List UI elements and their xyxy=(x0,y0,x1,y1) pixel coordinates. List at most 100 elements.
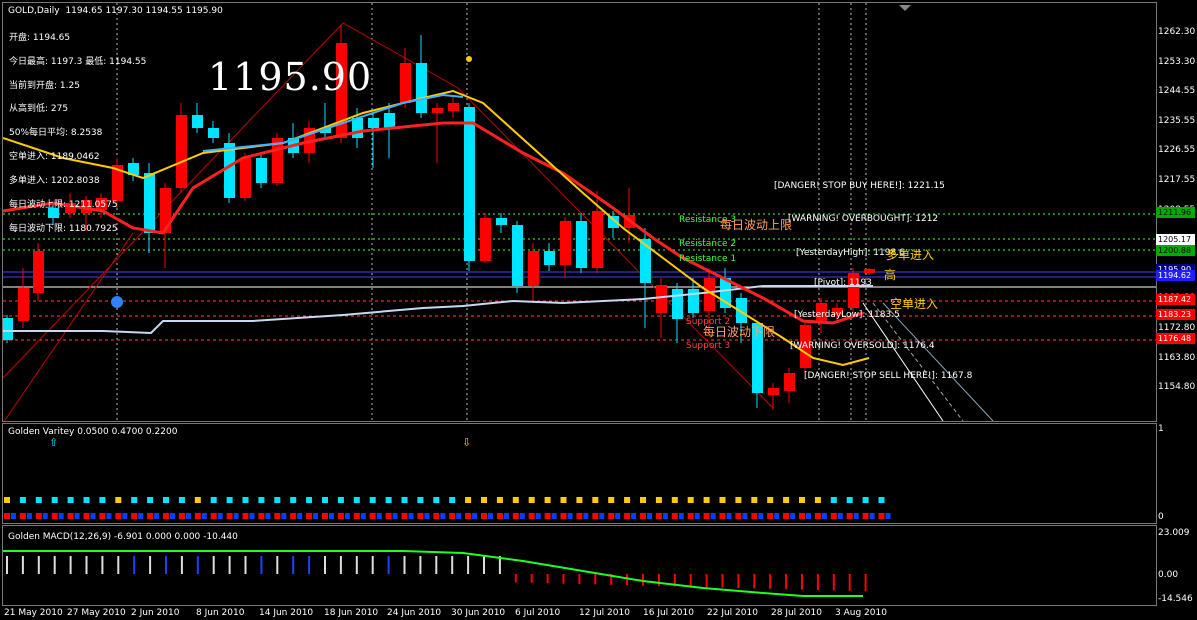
signal-square-red xyxy=(799,513,805,519)
price-axis-label: 1154.80 xyxy=(1158,382,1196,393)
signal-square xyxy=(576,497,583,503)
signal-square-blue xyxy=(519,513,525,519)
signal-square-blue xyxy=(694,513,700,519)
signal-square xyxy=(608,497,615,503)
signal-square-blue xyxy=(233,513,239,519)
signal-square-blue xyxy=(869,513,875,519)
signal-square-blue xyxy=(11,513,16,519)
signal-square-red xyxy=(735,513,742,519)
signal-square-blue xyxy=(424,513,430,519)
signal-square xyxy=(51,497,58,503)
price-axis-label: 1253.30 xyxy=(1158,56,1196,67)
candle-body xyxy=(768,388,779,395)
signal-square-blue xyxy=(885,513,891,519)
signal-square-blue xyxy=(297,513,303,519)
marker-dot xyxy=(466,56,472,62)
signal-square-blue xyxy=(90,513,96,519)
signal-square-blue xyxy=(503,513,509,519)
candle-body xyxy=(656,285,667,313)
candle-body xyxy=(464,107,475,261)
candle-body xyxy=(784,373,795,391)
signal-square-red xyxy=(178,513,185,519)
signal-square-red xyxy=(51,513,58,519)
signal-square-blue xyxy=(329,513,334,519)
chart-shift-marker-icon[interactable] xyxy=(899,5,911,11)
date-axis-label: 27 May 2010 xyxy=(67,608,126,618)
candle-body xyxy=(576,221,587,268)
signal-square xyxy=(417,497,424,503)
date-axis-label: 14 Jun 2010 xyxy=(259,608,314,618)
golden-macd-pane[interactable]: Golden MACD(12,26,9) -6.901 0.000 0.000 … xyxy=(2,525,1157,606)
signal-square-red xyxy=(417,513,424,519)
info-open: 开盘: 1194.65 xyxy=(9,33,71,43)
ind1-axis-bottom: 0 xyxy=(1158,512,1164,522)
signal-square-red xyxy=(862,513,869,519)
candle-body xyxy=(192,115,203,128)
signal-square-blue xyxy=(599,513,605,519)
signal-square xyxy=(449,497,456,503)
golden-varitey-pane[interactable]: Golden Varitey 0.0500 0.4700 0.2200 ⇧ ⇩ xyxy=(2,423,1157,524)
symbol-label: GOLD,Daily xyxy=(8,6,60,16)
signal-square-red xyxy=(67,513,74,519)
signal-square xyxy=(655,497,662,503)
price-axis-label: 1217.55 xyxy=(1158,175,1196,185)
macd-axis-bottom: -14.546 xyxy=(1158,594,1193,604)
signal-square xyxy=(640,497,646,503)
signal-square-red xyxy=(719,513,726,519)
signal-square xyxy=(624,497,631,503)
signal-square xyxy=(337,497,344,503)
candlestick-chart[interactable] xyxy=(3,3,1156,421)
daily-upper-label: 每日波动上限 xyxy=(720,218,793,232)
signal-square xyxy=(210,497,217,503)
signal-square xyxy=(353,497,360,503)
signal-square xyxy=(592,497,599,503)
candle-body xyxy=(33,251,44,293)
signal-square-blue xyxy=(392,513,398,519)
candle-body xyxy=(352,118,363,138)
candle-body xyxy=(480,218,491,261)
signal-square xyxy=(306,497,313,503)
info-range-open: 当前到开盘: 1.25 xyxy=(9,81,80,91)
signal-square xyxy=(131,497,138,503)
info-daily-avg: 50%每日平均: 8.2538 xyxy=(9,128,103,138)
candle-body xyxy=(512,225,523,286)
signal-square-blue xyxy=(58,513,64,519)
signal-square-red xyxy=(783,513,790,519)
signal-square-red xyxy=(147,513,154,519)
support-3-label: Support 3 xyxy=(686,341,731,351)
danger-stop-sell-label: [DANGER! STOP SELL HERE!]: 1167.8 xyxy=(804,371,973,381)
signal-square-blue xyxy=(678,513,684,519)
long-entry-label: 多单进入 xyxy=(886,248,935,262)
overbought-label: [WARNING! OVERBOUGHT]: 1212 xyxy=(788,214,939,224)
signal-square-blue xyxy=(376,513,382,519)
signal-square-red xyxy=(274,513,281,519)
signal-square-red xyxy=(401,513,408,519)
trend-line xyxy=(3,22,774,409)
candle-body xyxy=(256,158,267,183)
signal-square xyxy=(528,497,535,503)
signal-square-red xyxy=(687,513,694,519)
date-axis-label: 28 Jul 2010 xyxy=(771,608,822,618)
price-axis-label: 1172.80 xyxy=(1158,323,1196,333)
ohlc-values: 1194.65 1197.30 1194.55 1195.90 xyxy=(65,6,223,16)
golden-macd-title: Golden MACD(12,26,9) -6.901 0.000 0.000 … xyxy=(8,532,238,542)
signal-square-blue xyxy=(790,513,796,519)
macd-axis-zero: 0.00 xyxy=(1158,570,1179,580)
signal-square-blue xyxy=(440,513,446,519)
candle-body xyxy=(416,63,427,113)
signal-square-red xyxy=(385,513,392,519)
marker-dot xyxy=(111,296,123,308)
signal-square-blue xyxy=(837,513,843,519)
signal-square xyxy=(687,497,694,503)
signal-square-red xyxy=(767,513,774,519)
candle-body xyxy=(18,288,29,321)
signal-square-red xyxy=(99,513,106,519)
signal-square-red xyxy=(481,513,487,519)
price-chart-pane[interactable]: GOLD,Daily 1194.65 1197.30 1194.55 1195.… xyxy=(2,2,1157,422)
signal-square-red xyxy=(194,513,201,519)
signal-square xyxy=(830,497,837,503)
signal-square-red xyxy=(496,513,503,519)
date-axis-label: 3 Aug 2010 xyxy=(835,608,887,618)
date-axis-label: 12 Jul 2010 xyxy=(579,608,630,618)
signal-square-red xyxy=(814,513,821,519)
